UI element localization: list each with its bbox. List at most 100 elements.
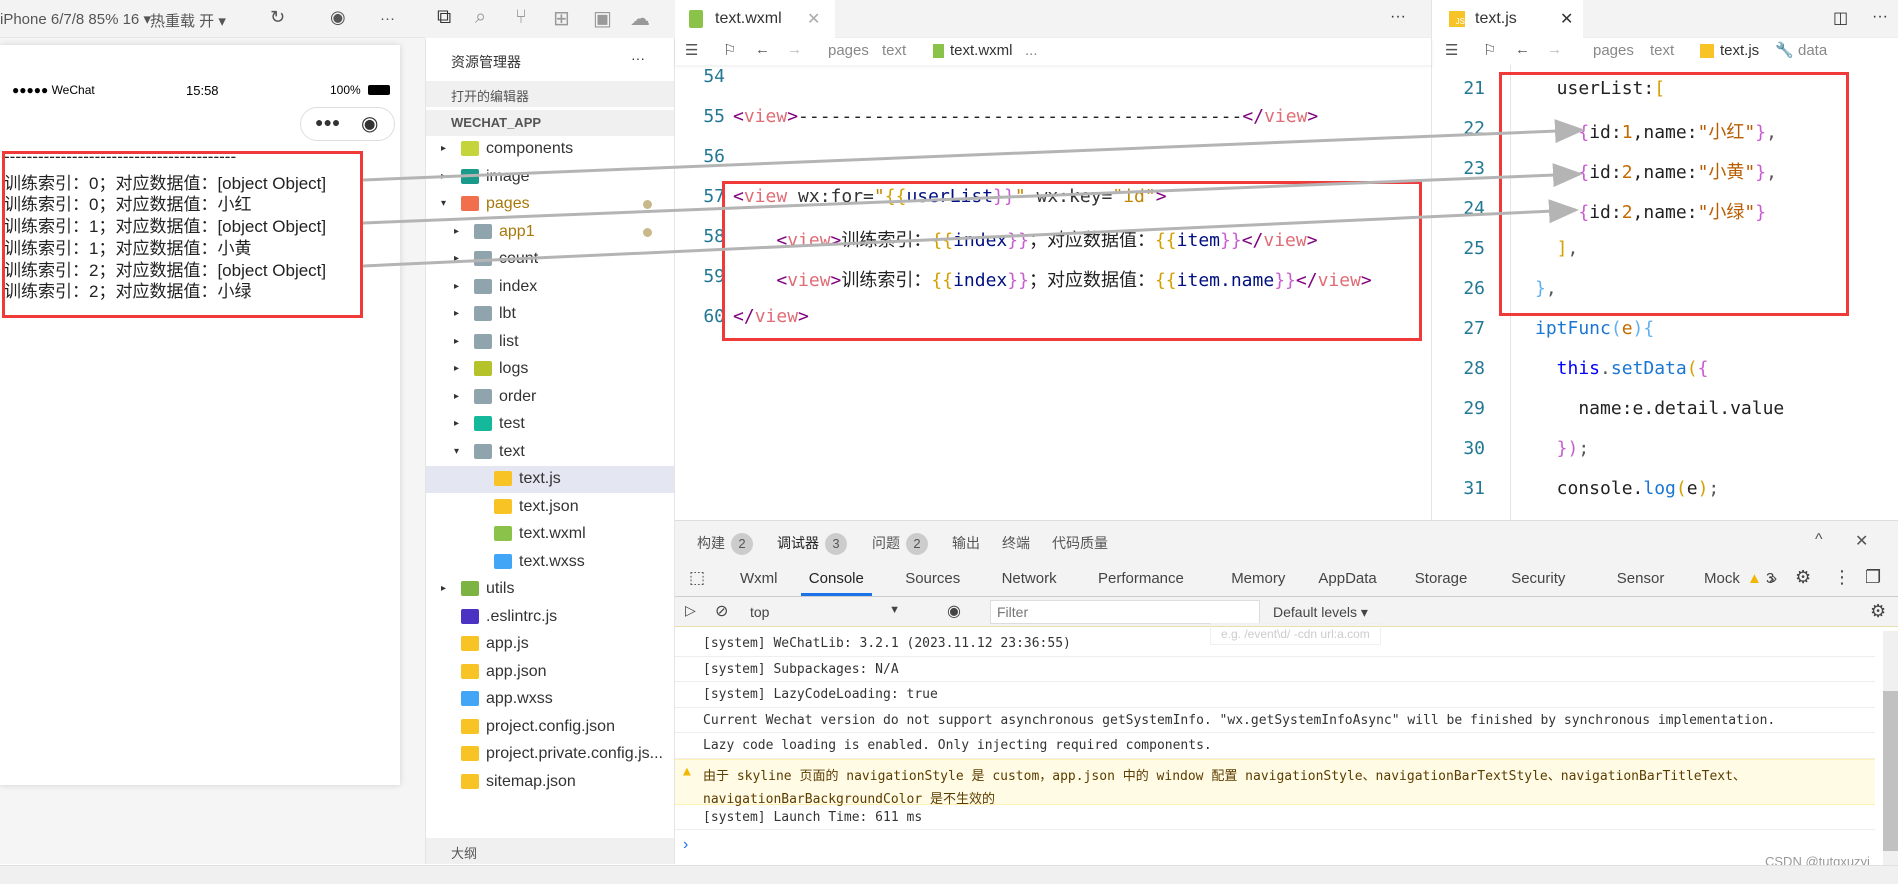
panel-tab-0[interactable]: 构建 2 (697, 533, 753, 555)
chevron-right-icon[interactable]: ▸ (454, 363, 459, 374)
tab-text-wxml[interactable]: text.wxml ✕ (675, 0, 835, 38)
forward-arrow-icon[interactable]: → (1547, 41, 1562, 58)
save-icon[interactable]: ▣ (593, 6, 612, 31)
more-icon[interactable]: ··· (380, 10, 395, 27)
panel-tab-4[interactable]: 终端 (1002, 533, 1030, 553)
tree-item-text-json[interactable]: text.json (426, 494, 674, 521)
devtools-tab-performance[interactable]: Performance (1098, 570, 1184, 587)
close-tab-icon[interactable]: ✕ (1560, 9, 1573, 29)
chevron-right-icon[interactable]: ▸ (454, 418, 459, 429)
docker-icon[interactable]: ☁ (630, 6, 650, 31)
chevron-down-icon[interactable]: ▾ (454, 446, 459, 457)
scrollbar-thumb[interactable] (1883, 691, 1898, 851)
capsule-menu[interactable]: ●●● ◉ (300, 107, 395, 141)
sidebar-toggle-icon[interactable]: ▷ (685, 602, 696, 619)
tree-item-utils[interactable]: ▸ utils (426, 576, 674, 603)
bookmark-icon[interactable]: ⚐ (723, 41, 736, 59)
log-levels-select[interactable]: Default levels ▾ (1273, 604, 1368, 621)
outline-icon[interactable]: ☰ (1445, 41, 1458, 59)
tree-item-app-json[interactable]: app.json (426, 659, 674, 686)
tree-item--eslintrc-js[interactable]: .eslintrc.js (426, 604, 674, 631)
bookmark-icon[interactable]: ⚐ (1483, 41, 1496, 59)
tree-item-text-js[interactable]: text.js (426, 466, 674, 493)
device-select[interactable]: iPhone 6/7/8 85% 16 ▾ (0, 10, 151, 28)
crumb-item[interactable]: text (1650, 42, 1674, 59)
close-miniprogram-icon[interactable]: ◉ (361, 111, 378, 136)
tree-item-index[interactable]: ▸ index (426, 274, 674, 301)
tab-text-js[interactable]: JS text.js ✕ (1435, 0, 1583, 38)
maximize-panel-icon[interactable]: ^ (1815, 531, 1823, 549)
kebab-menu-icon[interactable]: ⋮ (1833, 567, 1851, 588)
editor-more-icon[interactable]: ··· (1872, 8, 1888, 26)
devtools-tab-memory[interactable]: Memory (1231, 570, 1285, 587)
chevron-down-icon[interactable]: ▾ (441, 198, 446, 209)
crumb-item[interactable]: pages (1593, 42, 1634, 59)
stop-icon[interactable]: ◉ (330, 7, 346, 28)
devtools-tab-network[interactable]: Network (1002, 570, 1057, 587)
undock-icon[interactable]: ❐ (1865, 567, 1881, 588)
outline-icon[interactable]: ☰ (685, 41, 698, 59)
chevron-right-icon[interactable]: ▸ (441, 171, 446, 182)
tree-item-components[interactable]: ▸ components (426, 136, 674, 163)
tree-item-list[interactable]: ▸ list (426, 329, 674, 356)
devtools-tab-sources[interactable]: Sources (905, 570, 960, 587)
eye-icon[interactable]: ◉ (947, 601, 961, 621)
tree-item-sitemap-json[interactable]: sitemap.json (426, 769, 674, 796)
clear-console-icon[interactable]: ⊘ (715, 601, 728, 621)
crumb-item[interactable]: text.wxml (950, 42, 1013, 59)
devtools-tab-appdata[interactable]: AppData (1318, 570, 1376, 587)
chevron-right-icon[interactable]: ▸ (454, 336, 459, 347)
open-editors-section[interactable]: 打开的编辑器 (426, 81, 674, 107)
devtools-tab-storage[interactable]: Storage (1415, 570, 1468, 587)
outline-section[interactable]: 大纲 (426, 838, 674, 864)
console-filter-input[interactable] (990, 600, 1260, 624)
forward-arrow-icon[interactable]: → (787, 41, 802, 58)
context-select[interactable]: top ▼ (750, 604, 900, 620)
crumb-item[interactable]: text.js (1720, 42, 1759, 59)
chevron-right-icon[interactable]: ▸ (454, 253, 459, 264)
git-icon[interactable]: ⑂ (515, 6, 527, 29)
inspect-element-icon[interactable]: ⬚ (689, 568, 705, 588)
tree-item-text-wxss[interactable]: text.wxss (426, 549, 674, 576)
chevron-right-icon[interactable]: ▸ (454, 281, 459, 292)
back-arrow-icon[interactable]: ← (1515, 41, 1530, 58)
panel-tab-3[interactable]: 输出 (952, 533, 980, 553)
tree-item-app1[interactable]: ▸ app1 (426, 219, 674, 246)
tree-item-text-wxml[interactable]: text.wxml (426, 521, 674, 548)
settings-icon[interactable]: ⚙ (1795, 567, 1811, 588)
tree-item-text[interactable]: ▾ text (426, 439, 674, 466)
devtools-tab-security[interactable]: Security (1511, 570, 1565, 587)
devtools-tab-sensor[interactable]: Sensor (1617, 570, 1665, 587)
crumb-item[interactable]: data (1798, 42, 1827, 59)
devtools-tab-console[interactable]: Console (800, 570, 872, 596)
tree-item-pages[interactable]: ▾ pages (426, 191, 674, 218)
devtools-tab-wxml[interactable]: Wxml (740, 570, 778, 587)
chevron-right-icon[interactable]: ▸ (454, 226, 459, 237)
hot-reload-toggle[interactable]: 热重载 开 ▾ (150, 10, 226, 31)
tree-item-image[interactable]: ▸ image (426, 164, 674, 191)
chevron-right-icon[interactable]: ▸ (454, 308, 459, 319)
tree-item-count[interactable]: ▸ count (426, 246, 674, 273)
tree-item-project-config-json[interactable]: project.config.json (426, 714, 674, 741)
project-section[interactable]: WECHAT_APP (426, 110, 674, 136)
refresh-icon[interactable]: ↻ (270, 7, 285, 28)
devtools-tab-mock[interactable]: Mock (1704, 570, 1740, 587)
console-prompt[interactable]: › (683, 836, 688, 854)
chevron-right-icon[interactable]: ▸ (441, 143, 446, 154)
more-tabs-icon[interactable]: » (1769, 570, 1777, 587)
crumb-item[interactable]: pages (828, 42, 869, 59)
search-icon[interactable]: ⌕ (475, 6, 486, 29)
tree-item-order[interactable]: ▸ order (426, 384, 674, 411)
panel-tab-2[interactable]: 问题 2 (872, 533, 928, 555)
tree-item-test[interactable]: ▸ test (426, 411, 674, 438)
console-settings-icon[interactable]: ⚙ (1870, 601, 1886, 622)
close-panel-icon[interactable]: ✕ (1855, 531, 1868, 551)
crumb-item[interactable]: text (882, 42, 906, 59)
tree-item-logs[interactable]: ▸ logs (426, 356, 674, 383)
menu-dots-icon[interactable]: ●●● (315, 114, 340, 130)
chevron-right-icon[interactable]: ▸ (454, 391, 459, 402)
extensions-icon[interactable]: ⊞ (553, 6, 570, 31)
split-editor-icon[interactable]: ◫ (1833, 8, 1848, 28)
tree-item-lbt[interactable]: ▸ lbt (426, 301, 674, 328)
console-scrollbar[interactable] (1883, 631, 1898, 866)
